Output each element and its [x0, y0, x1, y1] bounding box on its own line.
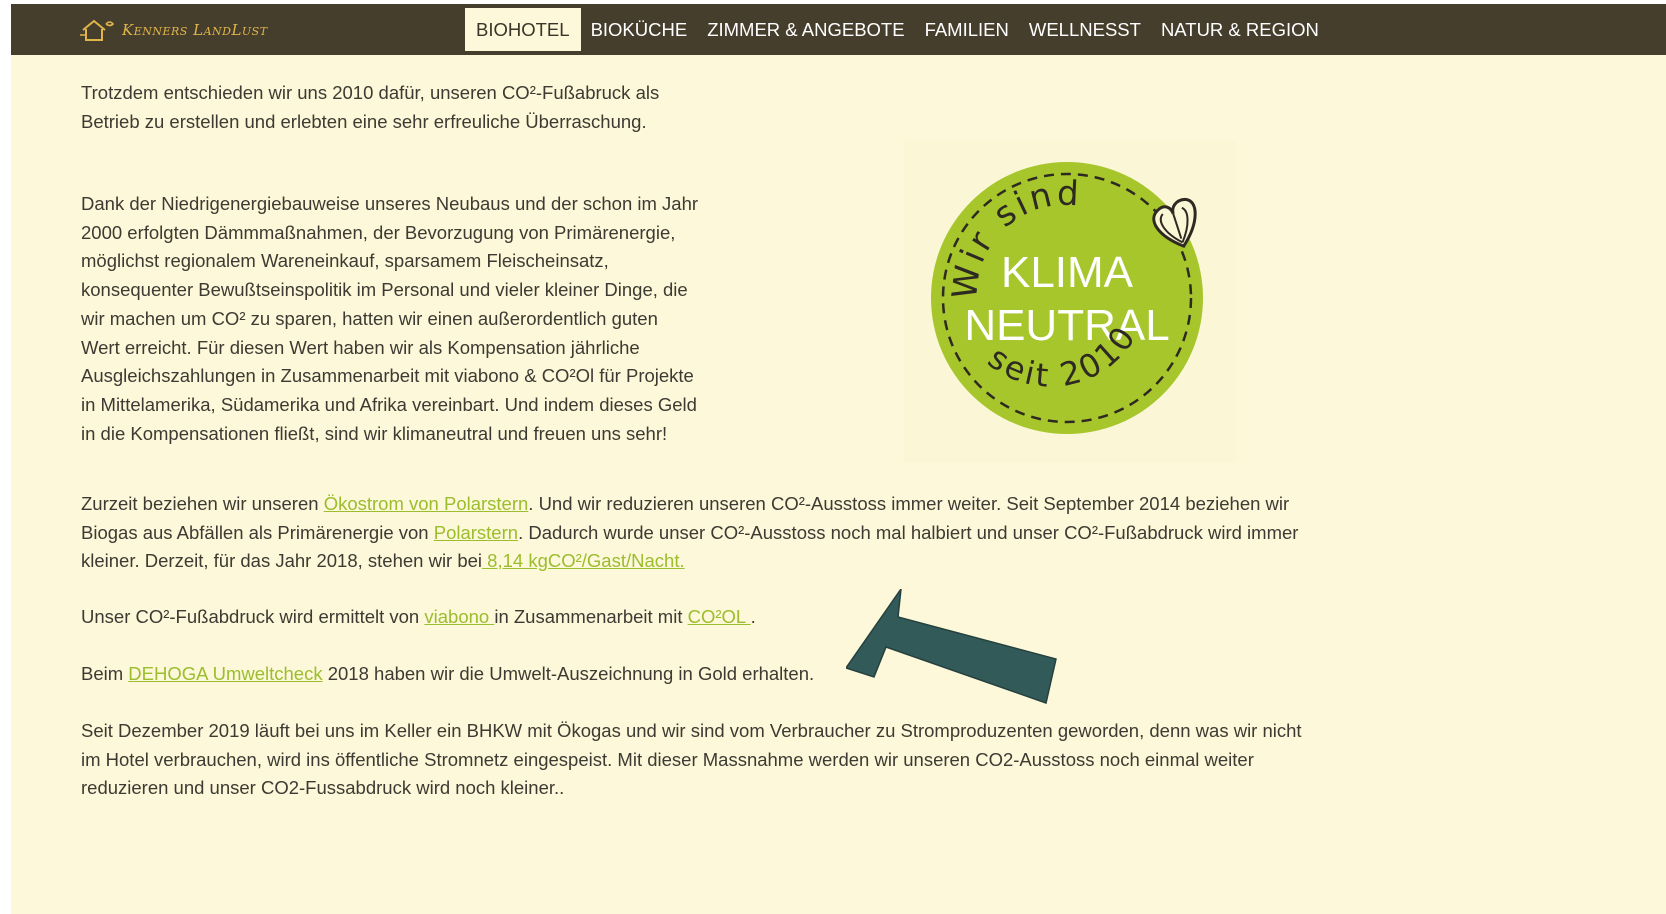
badge-line-klima: KLIMA [1001, 248, 1134, 297]
link-viabono[interactable]: viabono [424, 606, 494, 627]
menu-item-biokueche[interactable]: BIOKÜCHE [581, 8, 698, 51]
top-navigation: Kenners LandLust BIOHOTEL BIOKÜCHE ZIMME… [11, 4, 1666, 55]
paragraph-bhkw: Seit Dezember 2019 läuft bei uns im Kell… [81, 720, 1302, 799]
menu-item-zimmer-angebote[interactable]: ZIMMER & ANGEBOTE [697, 8, 914, 51]
paragraph-dehoga: Beim DEHOGA Umweltcheck 2018 haben wir d… [81, 663, 815, 684]
paragraph-footprint: Unser CO²-Fußabdruck wird ermittelt von … [81, 606, 756, 627]
house-logo-icon [80, 19, 115, 41]
logo-text: Kenners LandLust [122, 21, 268, 39]
link-polarstern[interactable]: Polarstern [434, 522, 518, 543]
pointer-arrow-icon [846, 589, 1057, 704]
link-oekostrom-polarstern[interactable]: Ökostrom von Polarstern [324, 493, 529, 514]
menu-item-wellnesst[interactable]: WELLNESST [1019, 8, 1151, 51]
logo[interactable]: Kenners LandLust [80, 18, 268, 42]
menu-item-familien[interactable]: FAMILIEN [915, 8, 1019, 51]
badge-graphic: Wir sind KLIMA NEUTRAL seit 2010 [931, 162, 1203, 434]
menu-item-biohotel[interactable]: BIOHOTEL [465, 8, 581, 51]
link-co2-value[interactable]: 8,14 kgCO²/Gast/Nacht. [482, 550, 684, 571]
paragraph-intro: Trotzdem entschieden wir uns 2010 dafür,… [81, 82, 660, 132]
klima-neutral-badge: Wir sind KLIMA NEUTRAL seit 2010 [904, 140, 1236, 462]
paragraph-oekostrom: Zurzeit beziehen wir unseren Ökostrom vo… [81, 493, 1299, 572]
page: Kenners LandLust BIOHOTEL BIOKÜCHE ZIMME… [11, 4, 1666, 914]
menu-item-natur-region[interactable]: NATUR & REGION [1151, 8, 1329, 51]
paragraph-measures: Dank der Niedrigenergiebauweise unseres … [81, 193, 699, 444]
main-menu: BIOHOTEL BIOKÜCHE ZIMMER & ANGEBOTE FAMI… [465, 8, 1329, 51]
link-dehoga-umweltcheck[interactable]: DEHOGA Umweltcheck [128, 663, 322, 684]
link-co2ol[interactable]: CO²OL [688, 606, 751, 627]
